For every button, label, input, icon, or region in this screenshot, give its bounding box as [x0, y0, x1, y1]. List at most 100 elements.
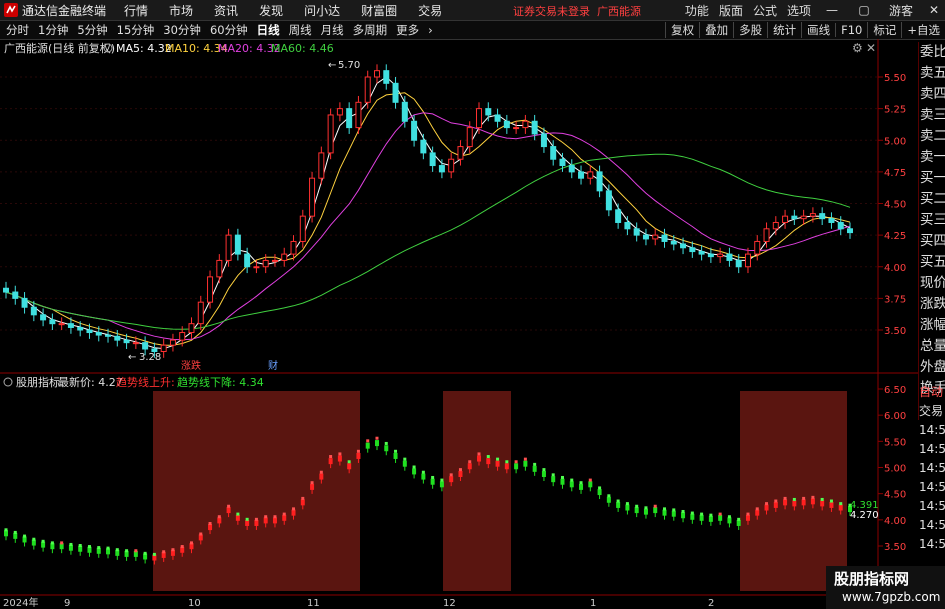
candle-body: [262, 259, 269, 268]
period-multi[interactable]: 多周期: [353, 22, 388, 38]
sidebar-item[interactable]: 总量: [919, 336, 945, 357]
user-label[interactable]: 游客: [889, 2, 913, 19]
indicator-price-dot: [180, 545, 184, 549]
sidebar-item[interactable]: 卖五: [919, 63, 945, 84]
indicator-price-dot: [792, 497, 796, 501]
indicator-tick-label: 4.00: [884, 516, 906, 527]
indicator-name[interactable]: 股朋指标: [16, 375, 60, 389]
price-tick-label: 5.00: [884, 136, 906, 147]
stock-label[interactable]: 广西能源(日线 前复权): [4, 41, 115, 55]
sidebar-item[interactable]: 买四: [919, 231, 945, 252]
adjust-button[interactable]: 复权: [665, 22, 699, 38]
sidebar-auto[interactable]: 自动: [918, 383, 945, 402]
indicator-price-dot: [78, 544, 82, 547]
candle-body: [179, 332, 186, 341]
trend-band-1: [153, 391, 360, 591]
layout-button[interactable]: 版面: [719, 2, 743, 19]
stats-button[interactable]: 统计: [767, 22, 801, 38]
sidebar-item[interactable]: 现价: [919, 273, 945, 294]
chart-close-icon[interactable]: ✕: [866, 41, 876, 55]
period-daily[interactable]: 日线: [257, 22, 280, 38]
candle-body: [169, 339, 176, 346]
draw-line-button[interactable]: 画线: [801, 22, 835, 38]
price-tick-label: 3.75: [884, 294, 906, 305]
menu-wealth[interactable]: 财富圈: [361, 2, 397, 19]
minimize-icon[interactable]: —: [821, 3, 843, 17]
close-icon[interactable]: ✕: [923, 3, 945, 17]
candle-body: [21, 297, 28, 308]
mark-button[interactable]: 标记: [867, 22, 901, 38]
menu-trade[interactable]: 交易: [418, 2, 442, 19]
candle-body: [466, 127, 473, 148]
multi-stock-button[interactable]: 多股: [733, 22, 767, 38]
candle-body: [429, 152, 436, 167]
indicator-price-dot: [356, 449, 360, 453]
period-monthly[interactable]: 月线: [321, 22, 344, 38]
chart-settings-icon[interactable]: ⚙: [852, 41, 863, 55]
candle-body: [847, 228, 853, 234]
time-label-nov: 11: [307, 598, 320, 609]
sidebar-item[interactable]: 卖三: [919, 105, 945, 126]
indicator-price-dot: [746, 512, 750, 516]
func-button[interactable]: 功能: [685, 2, 709, 19]
sidebar-item[interactable]: 卖四: [919, 84, 945, 105]
sidebar-item[interactable]: 委比: [919, 42, 945, 63]
chart-area[interactable]: 广西能源(日线 前复权) MA5: 4.32 MA10: 4.34 MA20: …: [0, 39, 918, 609]
candle-body: [791, 215, 798, 220]
sidebar-item[interactable]: 买二: [919, 189, 945, 210]
period-tick[interactable]: 分时: [6, 22, 29, 38]
period-more[interactable]: 更多: [396, 22, 419, 38]
period-5min[interactable]: 5分钟: [77, 22, 107, 38]
period-1min[interactable]: 1分钟: [38, 22, 68, 38]
restore-icon[interactable]: ▢: [853, 3, 875, 17]
candle-body: [578, 171, 585, 179]
period-30min[interactable]: 30分钟: [163, 22, 201, 38]
sidebar-trade[interactable]: 交易: [918, 402, 945, 421]
overlay-button[interactable]: 叠加: [699, 22, 733, 38]
f10-button[interactable]: F10: [835, 23, 867, 37]
event-badge-finance[interactable]: 财: [268, 359, 278, 372]
menu-discover[interactable]: 发现: [259, 2, 283, 19]
sidebar-item[interactable]: 卖一: [919, 147, 945, 168]
menu-ask[interactable]: 问小达: [304, 2, 340, 19]
period-60min[interactable]: 60分钟: [210, 22, 248, 38]
add-watchlist-button[interactable]: +自选: [901, 22, 945, 38]
candle-body: [67, 323, 74, 328]
candle-body: [513, 127, 520, 130]
indicator-price-dot: [468, 460, 472, 464]
sidebar-item[interactable]: 卖二: [919, 126, 945, 147]
svg-text:←: ←: [328, 60, 336, 71]
options-button[interactable]: 选项: [787, 2, 811, 19]
trend-down-label: 趋势线下降: 4.34: [177, 375, 264, 389]
sidebar-item[interactable]: 涨跌: [919, 294, 945, 315]
candle-body: [559, 158, 566, 167]
sidebar-item[interactable]: 外盘: [919, 357, 945, 378]
candle-body: [160, 344, 167, 353]
indicator-settings-icon[interactable]: [3, 377, 13, 387]
menu-quotes[interactable]: 行情: [124, 2, 148, 19]
candle-body: [207, 276, 214, 303]
sidebar-item[interactable]: 买一: [919, 168, 945, 189]
sidebar-item[interactable]: 买五: [919, 252, 945, 273]
time-label-dec: 12: [443, 598, 456, 609]
indicator-price-dot: [189, 541, 193, 545]
login-status[interactable]: 证券交易未登录 广西能源: [513, 3, 641, 19]
sidebar-item[interactable]: 涨幅: [919, 315, 945, 336]
event-badge-updown[interactable]: 涨跌: [181, 359, 201, 372]
more-chevron-icon[interactable]: ›: [428, 23, 433, 37]
candle-body: [772, 221, 779, 230]
candle-body: [3, 287, 9, 293]
period-15min[interactable]: 15分钟: [117, 22, 155, 38]
latest-price-label: 最新价: 4.27: [58, 375, 123, 389]
trade-time: 14:56: [919, 442, 945, 456]
ma-line-3: [5, 153, 851, 330]
menu-market[interactable]: 市场: [169, 2, 193, 19]
period-weekly[interactable]: 周线: [289, 22, 312, 38]
sidebar-item[interactable]: 买三: [919, 210, 945, 231]
candle-body: [494, 114, 501, 122]
indicator-price-dot: [347, 460, 351, 464]
indicator-price-dot: [737, 517, 741, 521]
formula-button[interactable]: 公式: [753, 2, 777, 19]
menu-news[interactable]: 资讯: [214, 2, 238, 19]
candle-body: [123, 339, 130, 344]
